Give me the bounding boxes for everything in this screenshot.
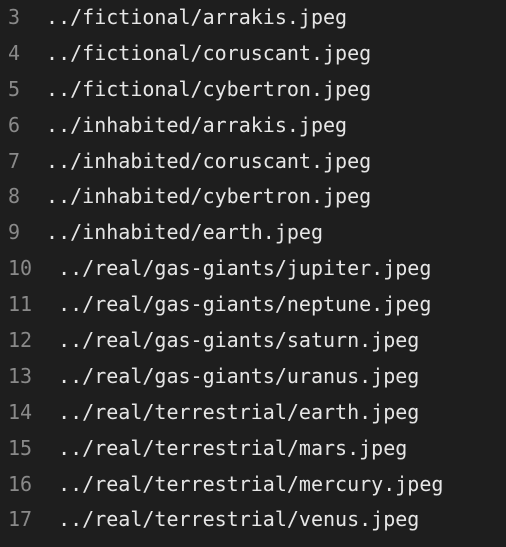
file-path: ../real/terrestrial/venus.jpeg (58, 507, 420, 532)
list-item: 9 ../inhabited/earth.jpeg (8, 215, 443, 251)
file-path: ../real/terrestrial/mars.jpeg (58, 435, 408, 460)
list-item: 5 ../fictional/cybertron.jpeg (8, 72, 443, 108)
file-path: ../real/gas-giants/uranus.jpeg (58, 363, 420, 388)
line-number: 11 (8, 292, 33, 317)
line-number: 14 (8, 399, 33, 424)
line-number: 15 (8, 435, 33, 460)
list-item: 16 ../real/terrestrial/mercury.jpeg (8, 467, 443, 503)
line-number: 10 (8, 256, 33, 281)
list-item: 12 ../real/gas-giants/saturn.jpeg (8, 323, 443, 359)
file-path: ../fictional/cybertron.jpeg (46, 76, 372, 101)
list-item: 6 ../inhabited/arrakis.jpeg (8, 108, 443, 144)
line-number: 3 (8, 5, 21, 29)
line-number: 6 (8, 112, 21, 137)
line-number: 8 (8, 184, 21, 209)
line-number: 9 (8, 220, 21, 245)
file-path-list: 3 ../fictional/arrakis.jpeg 4 ../fictional/… (8, 0, 443, 538)
file-path: ../real/gas-giants/neptune.jpeg (58, 292, 432, 317)
line-number: 17 (8, 507, 33, 532)
list-item: 10 ../real/gas-giants/jupiter.jpeg (8, 251, 443, 287)
file-path: ../fictional/coruscant.jpeg (46, 40, 372, 65)
file-path: ../real/gas-giants/saturn.jpeg (58, 328, 420, 353)
line-number: 7 (8, 148, 21, 173)
file-path: ../fictional/arrakis.jpeg (46, 5, 348, 29)
list-item: 7 ../inhabited/coruscant.jpeg (8, 144, 443, 180)
file-path: ../real/terrestrial/mercury.jpeg (58, 471, 444, 496)
line-number: 12 (8, 328, 33, 353)
list-item: 8 ../inhabited/cybertron.jpeg (8, 179, 443, 215)
file-path: ../real/terrestrial/earth.jpeg (58, 399, 420, 424)
line-number: 5 (8, 76, 21, 101)
list-item: 15 ../real/terrestrial/mars.jpeg (8, 431, 443, 467)
line-number: 4 (8, 40, 21, 65)
list-item: 17 ../real/terrestrial/venus.jpeg (8, 502, 443, 538)
line-number: 16 (8, 471, 33, 496)
file-path: ../inhabited/earth.jpeg (46, 220, 323, 245)
list-item: 3 ../fictional/arrakis.jpeg (8, 0, 443, 36)
file-path: ../inhabited/cybertron.jpeg (46, 184, 372, 209)
file-path: ../inhabited/arrakis.jpeg (46, 112, 348, 137)
list-item: 13 ../real/gas-giants/uranus.jpeg (8, 359, 443, 395)
list-item: 4 ../fictional/coruscant.jpeg (8, 36, 443, 72)
file-path: ../real/gas-giants/jupiter.jpeg (58, 256, 432, 281)
file-path: ../inhabited/coruscant.jpeg (46, 148, 372, 173)
list-item: 11 ../real/gas-giants/neptune.jpeg (8, 287, 443, 323)
list-item: 14 ../real/terrestrial/earth.jpeg (8, 395, 443, 431)
line-number: 13 (8, 363, 33, 388)
